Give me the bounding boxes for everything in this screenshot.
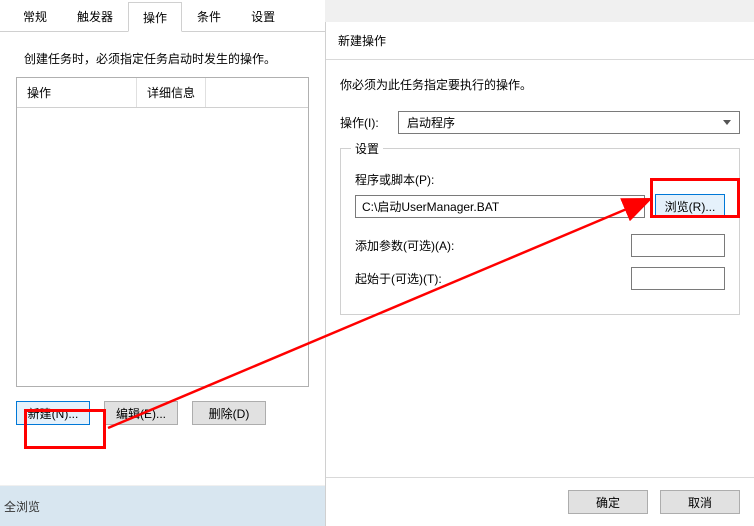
- tabs-bar: 常规 触发器 操作 条件 设置: [0, 0, 325, 32]
- ok-button[interactable]: 确定: [568, 490, 648, 514]
- new-button[interactable]: 新建(N)...: [16, 401, 90, 425]
- dialog-body: 你必须为此任务指定要执行的操作。 操作(I): 启动程序 设置 程序或脚本(P)…: [326, 60, 754, 477]
- actions-table[interactable]: 操作 详细信息: [16, 77, 309, 387]
- delete-button[interactable]: 删除(D): [192, 401, 266, 425]
- tab-general[interactable]: 常规: [8, 1, 62, 31]
- args-input[interactable]: [631, 234, 725, 257]
- button-row: 新建(N)... 编辑(E)... 删除(D): [0, 387, 325, 439]
- new-action-dialog: 新建操作 你必须为此任务指定要执行的操作。 操作(I): 启动程序 设置 程序或…: [325, 22, 754, 526]
- table-header: 操作 详细信息: [17, 78, 308, 108]
- startin-label: 起始于(可选)(T):: [355, 270, 442, 287]
- program-label: 程序或脚本(P):: [355, 171, 725, 188]
- tab-settings[interactable]: 设置: [236, 1, 290, 31]
- startin-input[interactable]: [631, 267, 725, 290]
- action-dropdown[interactable]: 启动程序: [398, 111, 740, 134]
- action-dropdown-value: 启动程序: [407, 114, 455, 131]
- settings-fieldset: 设置 程序或脚本(P): C:\启动UserManager.BAT 浏览(R).…: [340, 148, 740, 315]
- dialog-title: 新建操作: [326, 22, 754, 59]
- edit-button[interactable]: 编辑(E)...: [104, 401, 178, 425]
- bottom-strip: 全浏览: [0, 486, 325, 526]
- tab-triggers[interactable]: 触发器: [62, 1, 128, 31]
- dialog-footer: 确定 取消: [326, 477, 754, 526]
- bottom-hint: 全浏览: [4, 498, 40, 515]
- tab-conditions[interactable]: 条件: [182, 1, 236, 31]
- browse-button[interactable]: 浏览(R)...: [655, 194, 725, 218]
- instruction-text: 创建任务时，必须指定任务启动时发生的操作。: [0, 32, 325, 77]
- program-input-value: C:\启动UserManager.BAT: [362, 198, 499, 215]
- dialog-desc: 你必须为此任务指定要执行的操作。: [340, 76, 740, 93]
- program-input[interactable]: C:\启动UserManager.BAT: [355, 195, 645, 218]
- col-action[interactable]: 操作: [17, 78, 137, 107]
- action-label: 操作(I):: [340, 114, 398, 131]
- chevron-down-icon: [723, 120, 731, 125]
- settings-legend: 设置: [351, 140, 383, 157]
- args-label: 添加参数(可选)(A):: [355, 237, 454, 254]
- tab-actions[interactable]: 操作: [128, 2, 182, 32]
- cancel-button[interactable]: 取消: [660, 490, 740, 514]
- task-properties-panel: 常规 触发器 操作 条件 设置 创建任务时，必须指定任务启动时发生的操作。 操作…: [0, 0, 325, 485]
- col-details[interactable]: 详细信息: [137, 78, 206, 107]
